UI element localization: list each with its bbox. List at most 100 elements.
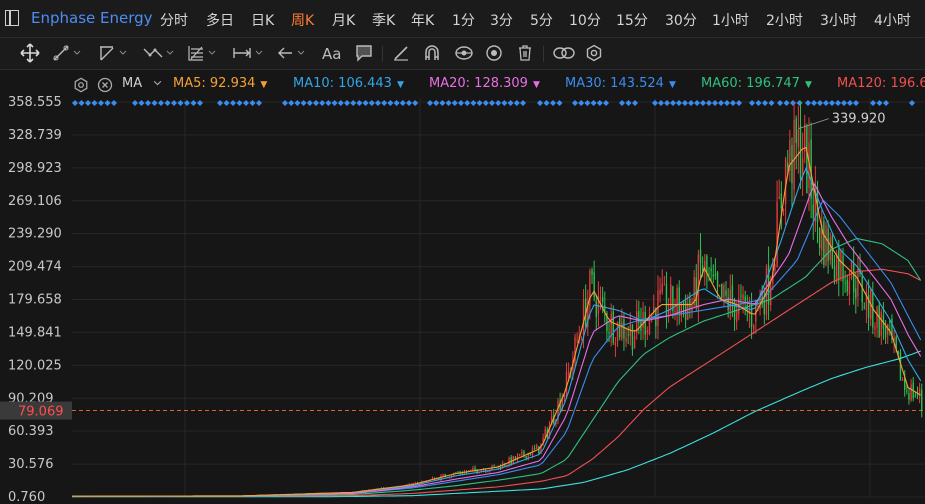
- event-marker[interactable]: [724, 100, 730, 106]
- measure-tool-icon[interactable]: [232, 43, 263, 63]
- event-marker[interactable]: [495, 100, 502, 106]
- event-marker[interactable]: [603, 100, 609, 106]
- event-marker[interactable]: [249, 100, 256, 106]
- event-marker[interactable]: [543, 100, 550, 106]
- event-marker[interactable]: [151, 100, 158, 106]
- visibility-icon[interactable]: [454, 43, 474, 63]
- event-marker[interactable]: [158, 100, 164, 106]
- event-marker[interactable]: [243, 100, 249, 106]
- event-marker[interactable]: [658, 100, 664, 106]
- event-marker[interactable]: [72, 100, 78, 106]
- event-marker[interactable]: [91, 100, 98, 106]
- event-marker[interactable]: [670, 100, 676, 106]
- event-marker[interactable]: [427, 100, 433, 106]
- settings-icon[interactable]: [585, 43, 603, 63]
- event-marker[interactable]: [883, 100, 889, 106]
- event-marker[interactable]: [537, 100, 543, 106]
- event-marker[interactable]: [164, 100, 171, 106]
- event-marker[interactable]: [550, 100, 556, 106]
- channel-tool-icon[interactable]: [98, 43, 127, 63]
- event-marker[interactable]: [625, 100, 632, 106]
- event-marker[interactable]: [381, 100, 388, 106]
- event-marker[interactable]: [700, 100, 706, 106]
- ma-legend-item[interactable]: MA20: 128.309 ▼: [429, 76, 540, 91]
- event-marker[interactable]: [177, 100, 184, 106]
- event-marker[interactable]: [197, 100, 203, 106]
- event-marker[interactable]: [520, 100, 526, 106]
- event-marker[interactable]: [694, 100, 700, 106]
- ma-legend-item[interactable]: MA60: 196.747 ▼: [701, 76, 812, 91]
- indicator-name[interactable]: MA: [122, 76, 142, 91]
- event-marker[interactable]: [439, 100, 446, 106]
- magnet-icon[interactable]: [423, 43, 441, 63]
- event-marker[interactable]: [306, 100, 313, 106]
- interval-tab[interactable]: 周K: [291, 10, 314, 30]
- interval-tab[interactable]: 2小时: [766, 10, 803, 30]
- chevron-down-icon[interactable]: ▼: [533, 80, 540, 90]
- event-marker[interactable]: [829, 100, 835, 106]
- event-marker[interactable]: [482, 100, 489, 106]
- event-marker[interactable]: [556, 100, 563, 106]
- event-marker[interactable]: [841, 100, 847, 106]
- event-marker[interactable]: [445, 100, 452, 106]
- interval-tab[interactable]: 15分: [616, 10, 648, 30]
- event-marker[interactable]: [393, 100, 400, 106]
- chart-canvas[interactable]: 358.555 328.739 298.923 269.106 239.290 209.4…: [0, 70, 925, 504]
- comment-tool-icon[interactable]: [355, 43, 373, 63]
- event-marker[interactable]: [790, 100, 796, 106]
- event-marker[interactable]: [85, 100, 91, 106]
- event-marker[interactable]: [652, 100, 658, 106]
- event-marker[interactable]: [375, 100, 381, 106]
- event-marker[interactable]: [350, 100, 357, 106]
- indicator-close-icon[interactable]: [97, 77, 113, 93]
- interval-tab[interactable]: 多日: [206, 10, 234, 30]
- event-marker[interactable]: [256, 100, 262, 106]
- interval-tab[interactable]: 季K: [372, 10, 395, 30]
- event-marker[interactable]: [706, 100, 712, 106]
- event-marker[interactable]: [362, 100, 369, 106]
- event-marker[interactable]: [755, 100, 762, 106]
- event-marker[interactable]: [632, 100, 638, 106]
- fibonacci-tool-icon[interactable]: [187, 43, 216, 63]
- ma-legend-item[interactable]: MA10: 106.443 ▼: [293, 76, 404, 91]
- event-marker[interactable]: [356, 100, 363, 106]
- event-marker[interactable]: [501, 100, 508, 106]
- event-marker[interactable]: [300, 100, 307, 106]
- interval-tab[interactable]: 5分: [530, 10, 553, 30]
- event-marker[interactable]: [762, 100, 768, 106]
- event-marker[interactable]: [749, 100, 755, 106]
- event-marker[interactable]: [823, 100, 829, 106]
- event-marker[interactable]: [783, 100, 790, 106]
- event-marker[interactable]: [664, 100, 670, 106]
- event-marker[interactable]: [853, 100, 859, 106]
- event-marker[interactable]: [730, 100, 736, 106]
- event-marker[interactable]: [288, 100, 295, 106]
- event-marker[interactable]: [464, 100, 471, 106]
- event-marker[interactable]: [682, 100, 688, 106]
- event-marker[interactable]: [870, 100, 876, 106]
- chevron-down-icon[interactable]: ▼: [260, 80, 267, 90]
- event-marker[interactable]: [619, 100, 625, 106]
- chevron-down-icon[interactable]: ▼: [669, 80, 676, 90]
- line-tool-icon[interactable]: [52, 43, 81, 63]
- event-marker[interactable]: [777, 100, 783, 106]
- pattern-tool-icon[interactable]: [143, 43, 174, 63]
- event-marker[interactable]: [476, 100, 483, 106]
- event-marker[interactable]: [458, 100, 464, 106]
- interval-tab[interactable]: 3分: [490, 10, 513, 30]
- event-marker[interactable]: [718, 100, 724, 106]
- event-marker[interactable]: [138, 100, 145, 106]
- event-marker[interactable]: [513, 100, 520, 106]
- symbol-name[interactable]: Enphase Energy: [31, 9, 153, 27]
- interval-tab[interactable]: 3小时: [820, 10, 857, 30]
- interval-tab[interactable]: 1分: [452, 10, 475, 30]
- interval-tab[interactable]: 日K: [251, 10, 274, 30]
- event-marker[interactable]: [223, 100, 230, 106]
- event-marker[interactable]: [676, 100, 682, 106]
- event-marker[interactable]: [572, 100, 578, 106]
- event-marker[interactable]: [712, 100, 718, 106]
- event-marker[interactable]: [111, 100, 117, 106]
- event-marker[interactable]: [909, 100, 915, 106]
- event-marker[interactable]: [282, 100, 288, 106]
- event-marker[interactable]: [805, 100, 811, 106]
